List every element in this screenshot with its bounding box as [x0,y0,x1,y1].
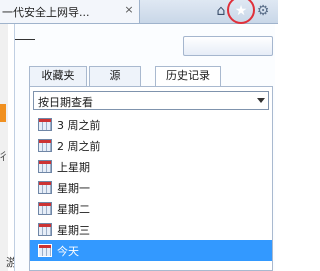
tab-title: 一代安全上网导... [2,6,90,19]
background-accent [0,104,6,122]
history-item-monday[interactable]: 星期一 [30,177,272,198]
history-pane: 按日期查看 3 周之前 2 周之前 上星期 星期一 星期二 星期三 今天 [29,86,273,271]
add-to-favorites-button[interactable] [183,36,273,56]
divider [15,39,35,40]
calendar-icon [38,202,52,215]
background-text: 彳 [0,150,9,163]
star-icon[interactable]: ★ [230,1,250,21]
tab-feeds[interactable]: 源 [89,66,141,86]
history-item-label: 星期三 [57,224,90,237]
calendar-icon [38,244,52,257]
calendar-icon [38,139,52,152]
history-item-last-week[interactable]: 上星期 [30,156,272,177]
calendar-icon [38,160,52,173]
calendar-icon [38,181,52,194]
calendar-icon [38,223,52,236]
browser-tab[interactable]: 一代安全上网导... × [0,0,140,23]
chevron-down-icon[interactable] [257,98,265,103]
calendar-icon [38,118,52,131]
history-item-wednesday[interactable]: 星期三 [30,219,272,240]
history-item-label: 上星期 [57,161,90,174]
history-item-3-weeks-ago[interactable]: 3 周之前 [30,114,272,135]
history-item-label: 2 周之前 [57,140,101,153]
history-list: 3 周之前 2 周之前 上星期 星期一 星期二 星期三 今天 [30,114,272,261]
history-item-2-weeks-ago[interactable]: 2 周之前 [30,135,272,156]
tab-favorites[interactable]: 收藏夹 [29,66,87,86]
close-icon[interactable]: × [122,3,136,17]
view-by-value: 按日期查看 [38,96,93,109]
browser-toolbar: 一代安全上网导... × ⌂ ★ ⚙ [0,0,278,24]
tab-history[interactable]: 历史记录 [155,66,221,87]
gear-icon[interactable]: ⚙ [254,2,272,20]
history-item-label: 星期一 [57,182,90,195]
history-item-label: 今天 [57,245,79,258]
history-item-label: 星期二 [57,203,90,216]
view-by-select[interactable]: 按日期查看 [33,91,269,110]
history-item-today[interactable]: 今天 [30,240,272,261]
history-item-label: 3 周之前 [57,119,101,132]
history-item-tuesday[interactable]: 星期二 [30,198,272,219]
favorites-center-panel: 收藏夹 源 历史记录 按日期查看 3 周之前 2 周之前 上星期 星期一 星期二… [14,24,275,271]
